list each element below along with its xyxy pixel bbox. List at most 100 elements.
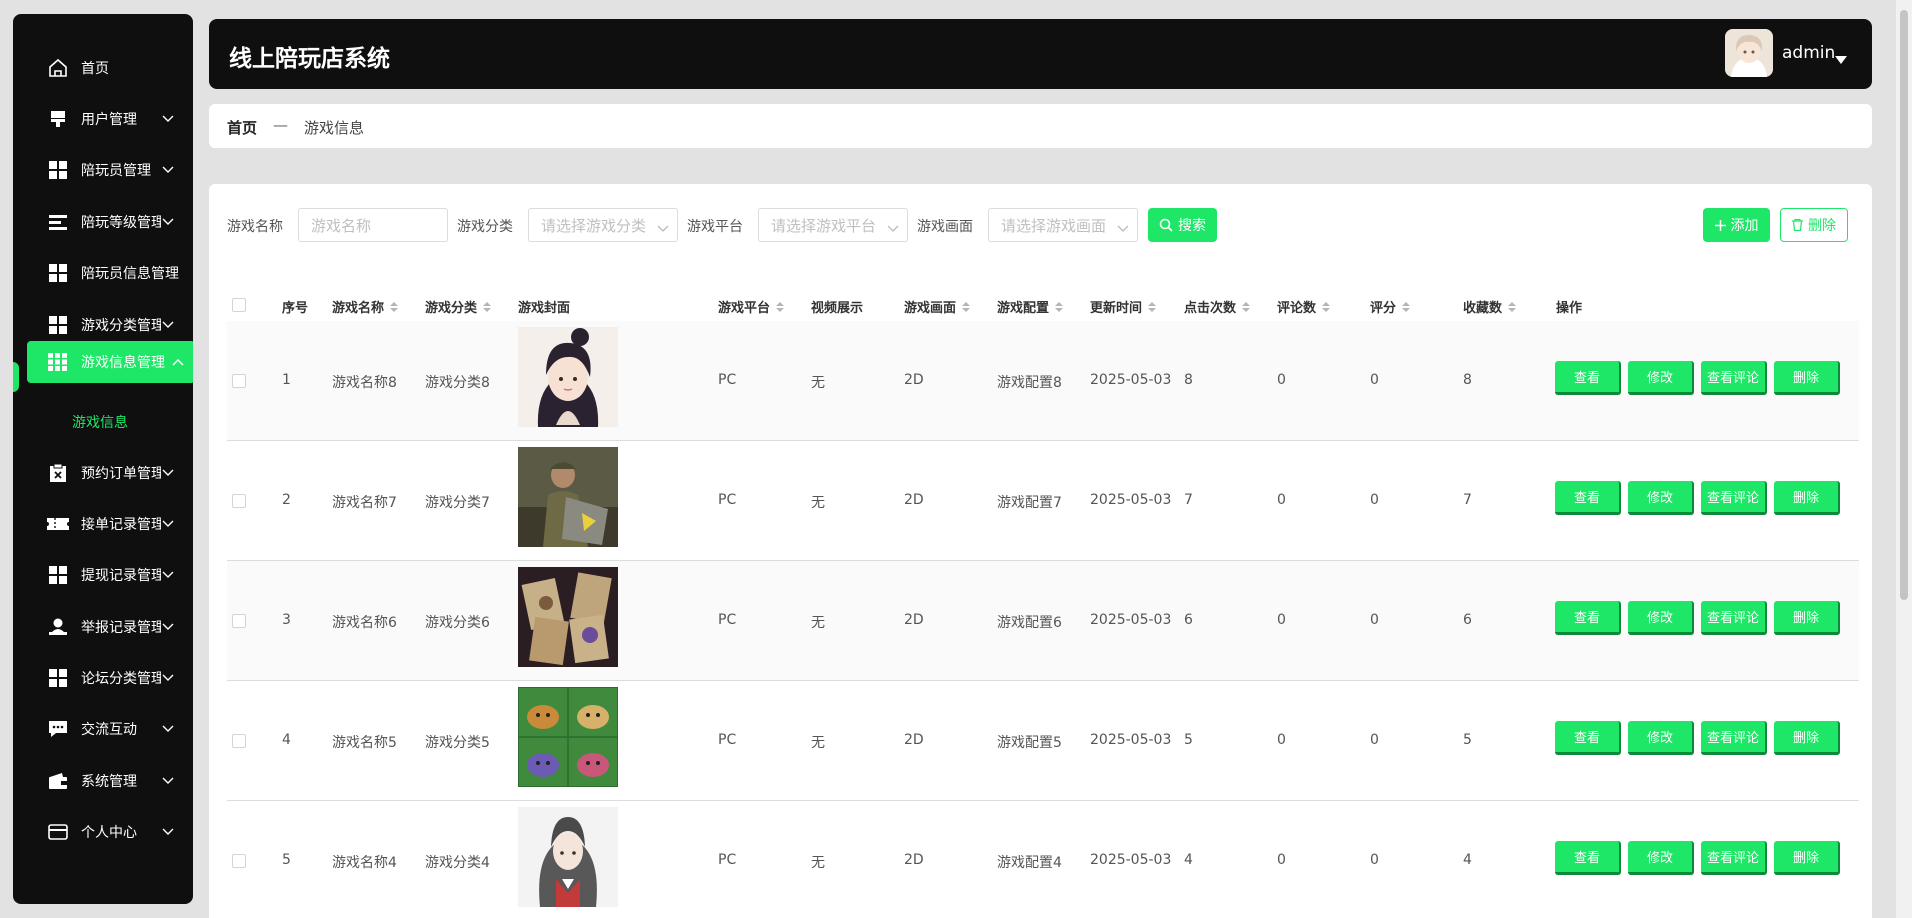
sidebar-item-game-categories[interactable]: 游戏分类管理	[27, 304, 185, 346]
sidebar-item-profile[interactable]: 个人中心	[27, 811, 185, 853]
col-game-category[interactable]: 游戏分类	[425, 297, 492, 316]
cell-clicks: 8	[1184, 372, 1193, 388]
page-scrollbar[interactable]	[1896, 0, 1912, 918]
view-comments-button[interactable]: 查看评论	[1701, 481, 1767, 515]
game-graphics-select[interactable]: 请选择游戏画面	[988, 208, 1138, 242]
caret-down-icon[interactable]	[1835, 49, 1847, 68]
row-checkbox[interactable]	[232, 734, 246, 748]
col-favorites[interactable]: 收藏数	[1463, 297, 1517, 316]
row-delete-button[interactable]: 删除	[1774, 361, 1840, 395]
edit-button[interactable]: 修改	[1628, 481, 1694, 515]
cell-favorites: 5	[1463, 732, 1472, 748]
cell-updated: 2025-05-03	[1090, 372, 1172, 388]
row-checkbox[interactable]	[232, 374, 246, 388]
col-graphics[interactable]: 游戏画面	[904, 297, 971, 316]
game-platform-select[interactable]: 请选择游戏平台	[758, 208, 908, 242]
game-platform-placeholder: 请选择游戏平台	[771, 216, 877, 235]
view-button[interactable]: 查看	[1555, 361, 1621, 395]
col-clicks[interactable]: 点击次数	[1184, 297, 1251, 316]
person-stand-icon	[47, 616, 69, 638]
scrollbar-thumb[interactable]	[1900, 10, 1908, 600]
search-button[interactable]: 搜索	[1148, 208, 1217, 242]
table-row: 1 游戏名称8 游戏分类8 PC 无 2D 游戏配置8 2025-05-03 8…	[227, 321, 1859, 441]
sidebar-item-forum-categories[interactable]: 论坛分类管理	[27, 657, 185, 699]
col-config[interactable]: 游戏配置	[997, 297, 1064, 316]
game-cover-image[interactable]	[518, 447, 618, 547]
sidebar-item-reports[interactable]: 举报记录管理	[27, 606, 185, 648]
chevron-down-icon	[161, 318, 175, 332]
view-comments-button[interactable]: 查看评论	[1701, 841, 1767, 875]
cell-game-name: 游戏名称4	[332, 855, 397, 871]
delete-button[interactable]: 删除	[1780, 208, 1848, 242]
game-category-placeholder: 请选择游戏分类	[541, 216, 647, 235]
card-icon	[47, 821, 69, 843]
row-checkbox[interactable]	[232, 614, 246, 628]
game-cover-image[interactable]	[518, 567, 618, 667]
cell-index: 2	[282, 492, 291, 508]
sidebar-item-withdrawals[interactable]: 提现记录管理	[27, 554, 185, 596]
chevron-down-icon	[161, 517, 175, 531]
game-cover-image[interactable]	[518, 327, 618, 427]
edit-button[interactable]: 修改	[1628, 361, 1694, 395]
username-dropdown[interactable]: admin	[1782, 43, 1835, 63]
game-name-input[interactable]: 游戏名称	[298, 208, 448, 242]
col-platform[interactable]: 游戏平台	[718, 297, 785, 316]
cell-config: 游戏配置6	[997, 615, 1062, 631]
col-updated[interactable]: 更新时间	[1090, 297, 1157, 316]
row-delete-button[interactable]: 删除	[1774, 721, 1840, 755]
sidebar-item-orders[interactable]: 预约订单管理	[27, 452, 185, 494]
sidebar-item-system[interactable]: 系统管理	[27, 760, 185, 802]
view-button[interactable]: 查看	[1555, 601, 1621, 635]
select-all-checkbox[interactable]	[232, 298, 246, 312]
cell-game-category: 游戏分类4	[425, 855, 490, 871]
view-comments-button[interactable]: 查看评论	[1701, 601, 1767, 635]
cell-video: 无	[811, 855, 825, 871]
row-checkbox[interactable]	[232, 494, 246, 508]
view-comments-button[interactable]: 查看评论	[1701, 721, 1767, 755]
cell-favorites: 4	[1463, 852, 1472, 868]
view-comments-button[interactable]: 查看评论	[1701, 361, 1767, 395]
sidebar-subitem-game-info[interactable]: 游戏信息	[72, 412, 128, 432]
cell-config: 游戏配置7	[997, 495, 1062, 511]
sidebar-item-label: 陪玩员管理	[81, 163, 151, 179]
chevron-down-icon	[161, 163, 175, 177]
chat-icon	[47, 718, 69, 740]
sidebar-item-users[interactable]: 用户管理	[27, 98, 185, 140]
col-comments[interactable]: 评论数	[1277, 297, 1331, 316]
view-button[interactable]: 查看	[1555, 481, 1621, 515]
filter-graphics-label: 游戏画面	[917, 219, 973, 235]
sort-icon	[1322, 301, 1331, 312]
cell-platform: PC	[718, 372, 737, 388]
sidebar-item-home[interactable]: 首页	[27, 47, 185, 89]
col-rating[interactable]: 评分	[1370, 297, 1411, 316]
sidebar-item-companions[interactable]: 陪玩员管理	[27, 149, 185, 191]
grid-icon	[47, 159, 69, 181]
chevron-down-icon	[161, 568, 175, 582]
row-checkbox[interactable]	[232, 854, 246, 868]
edit-button[interactable]: 修改	[1628, 841, 1694, 875]
breadcrumb-home[interactable]: 首页	[227, 117, 257, 138]
sidebar-item-accept-records[interactable]: 接单记录管理	[27, 503, 185, 545]
sidebar-item-levels[interactable]: 陪玩等级管理	[27, 201, 185, 243]
avatar[interactable]	[1725, 29, 1773, 77]
sidebar-item-companion-info[interactable]: 陪玩员信息管理	[27, 252, 185, 294]
row-delete-button[interactable]: 删除	[1774, 601, 1840, 635]
view-button[interactable]: 查看	[1555, 841, 1621, 875]
row-delete-button[interactable]: 删除	[1774, 481, 1840, 515]
cell-game-name: 游戏名称8	[332, 375, 397, 391]
row-delete-button[interactable]: 删除	[1774, 841, 1840, 875]
game-category-select[interactable]: 请选择游戏分类	[528, 208, 678, 242]
cell-config: 游戏配置5	[997, 735, 1062, 751]
edit-button[interactable]: 修改	[1628, 721, 1694, 755]
sidebar-item-interaction[interactable]: 交流互动	[27, 708, 185, 750]
game-cover-image[interactable]	[518, 807, 618, 907]
col-game-name[interactable]: 游戏名称	[332, 297, 399, 316]
add-button[interactable]: 添加	[1703, 208, 1770, 242]
breadcrumb-current: 游戏信息	[304, 119, 365, 137]
view-button[interactable]: 查看	[1555, 721, 1621, 755]
game-cover-image[interactable]	[518, 687, 618, 787]
sidebar-item-game-info[interactable]: 游戏信息管理	[27, 341, 193, 383]
cell-game-category: 游戏分类5	[425, 735, 490, 751]
edit-button[interactable]: 修改	[1628, 601, 1694, 635]
sort-icon	[483, 301, 492, 312]
